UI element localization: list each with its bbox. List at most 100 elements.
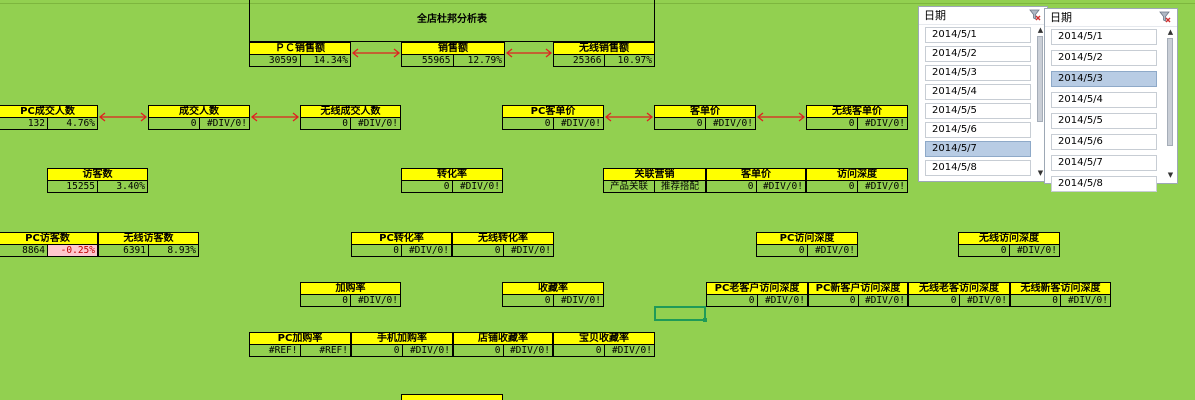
- metric-value[interactable]: 8864: [0, 245, 48, 257]
- metric-change[interactable]: #DIV/0!: [402, 345, 453, 357]
- metric-change[interactable]: #DIV/0!: [503, 245, 554, 257]
- metric-value[interactable]: 0: [958, 245, 1010, 257]
- double-arrow-icon: [250, 112, 300, 122]
- metric-change[interactable]: #DIV/0!: [503, 345, 553, 357]
- metric-change[interactable]: 8.93%: [149, 245, 199, 257]
- metric-value[interactable]: 0: [351, 345, 403, 357]
- metric-change[interactable]: 10.97%: [604, 55, 655, 67]
- metric-value[interactable]: 6391: [98, 245, 149, 257]
- metric-value[interactable]: 132: [0, 118, 48, 130]
- metric-value[interactable]: 0: [300, 118, 351, 130]
- metric-value[interactable]: #REF!: [249, 345, 301, 357]
- metric-label: 无线访问深度: [958, 232, 1060, 245]
- metric-value[interactable]: 0: [808, 295, 859, 307]
- metric-value[interactable]: 0: [654, 118, 706, 130]
- metric-change[interactable]: #REF!: [300, 345, 351, 357]
- slicer-scrollbar[interactable]: ▲ ▼: [1166, 28, 1175, 179]
- metric-change[interactable]: #DIV/0!: [402, 245, 452, 257]
- metric-change[interactable]: 12.79%: [453, 55, 505, 67]
- metric-item-favorite: 宝贝收藏率 0 #DIV/0!: [553, 332, 655, 357]
- metric-change[interactable]: #DIV/0!: [604, 345, 655, 357]
- slicer-item[interactable]: 2014/5/4: [1051, 92, 1157, 108]
- metric-value[interactable]: 0: [148, 118, 200, 130]
- slicer-item[interactable]: 2014/5/6: [1051, 134, 1157, 150]
- double-arrow-icon: [604, 112, 654, 122]
- slicer-item[interactable]: 2014/5/4: [925, 84, 1031, 100]
- metric-change[interactable]: #DIV/0!: [1061, 295, 1111, 307]
- metric-change[interactable]: #DIV/0!: [756, 181, 806, 193]
- scroll-down-icon[interactable]: ▼: [1166, 171, 1175, 179]
- metric-change[interactable]: #DIV/0!: [705, 118, 756, 130]
- metric-value[interactable]: 0: [300, 295, 351, 307]
- metric-value[interactable]: 0: [806, 118, 858, 130]
- metric-value[interactable]: 0: [553, 345, 605, 357]
- metric-value[interactable]: 0: [452, 245, 504, 257]
- metric-pc-add-cart: PC加购率 #REF! #REF!: [249, 332, 351, 357]
- slicer-item[interactable]: 2014/5/1: [1051, 29, 1157, 45]
- metric-change[interactable]: #DIV/0!: [553, 295, 604, 307]
- metric-change[interactable]: -0.25%: [48, 245, 98, 257]
- metric-change[interactable]: #DIV/0!: [857, 181, 908, 193]
- slicer-item[interactable]: 2014/5/5: [925, 103, 1031, 119]
- metric-label: PC加购率: [249, 332, 351, 345]
- metric-change[interactable]: #DIV/0!: [553, 118, 604, 130]
- slicer-item[interactable]: 2014/5/5: [1051, 113, 1157, 129]
- metric-label: 访客数: [47, 168, 148, 181]
- filter-clear-icon[interactable]: [1029, 9, 1041, 21]
- metric-change[interactable]: #DIV/0!: [857, 118, 908, 130]
- metric-label: 无线转化率: [452, 232, 554, 245]
- slicer-item[interactable]: 2014/5/1: [925, 27, 1031, 43]
- scroll-up-icon[interactable]: ▲: [1166, 28, 1175, 36]
- slicer-item[interactable]: 2014/5/8: [1051, 176, 1157, 192]
- metric-change[interactable]: #DIV/0!: [807, 245, 858, 257]
- slicer-item[interactable]: 2014/5/7: [925, 141, 1031, 157]
- metric-wireless-avg-order: 无线客单价 0 #DIV/0!: [806, 105, 908, 130]
- slicer-item[interactable]: 2014/5/3: [925, 65, 1031, 81]
- metric-change[interactable]: 推荐搭配: [655, 181, 706, 193]
- metric-value[interactable]: 0: [706, 181, 757, 193]
- metric-change[interactable]: #DIV/0!: [351, 118, 401, 130]
- metric-pc-visit-depth: PC访问深度 0 #DIV/0!: [756, 232, 858, 257]
- metric-value[interactable]: 0: [908, 295, 960, 307]
- slicer-item[interactable]: 2014/5/2: [925, 46, 1031, 62]
- metric-label: 成交人数: [148, 105, 250, 118]
- date-slicer-1: 日期 2014/5/1 2014/5/2 2014/5/3 2014/5/4 2014/…: [918, 6, 1048, 182]
- slicer-item[interactable]: 2014/5/8: [925, 160, 1031, 176]
- metric-label: PC成交人数: [0, 105, 98, 118]
- slicer-item[interactable]: 2014/5/3: [1051, 71, 1157, 87]
- selected-cell[interactable]: [654, 306, 707, 322]
- scroll-thumb[interactable]: [1037, 36, 1043, 122]
- metric-value[interactable]: 0: [502, 295, 554, 307]
- metric-change[interactable]: 3.40%: [98, 181, 148, 193]
- slicer-title: 日期: [1050, 11, 1072, 24]
- metric-value[interactable]: 55965: [401, 55, 454, 67]
- metric-value[interactable]: 0: [756, 245, 808, 257]
- slicer-item[interactable]: 2014/5/7: [1051, 155, 1157, 171]
- metric-change[interactable]: #DIV/0!: [452, 181, 503, 193]
- slicer-item[interactable]: 2014/5/6: [925, 122, 1031, 138]
- double-arrow-icon: [505, 48, 553, 58]
- metric-change[interactable]: #DIV/0!: [858, 295, 908, 307]
- metric-value[interactable]: 15255: [47, 181, 98, 193]
- slicer-item[interactable]: 2014/5/2: [1051, 50, 1157, 66]
- metric-change[interactable]: #DIV/0!: [199, 118, 250, 130]
- scroll-thumb[interactable]: [1167, 38, 1173, 146]
- metric-label: 无线成交人数: [300, 105, 401, 118]
- metric-change[interactable]: 14.34%: [300, 55, 351, 67]
- metric-value[interactable]: 0: [502, 118, 554, 130]
- metric-value[interactable]: 产品关联: [603, 181, 655, 193]
- metric-value[interactable]: 0: [706, 295, 758, 307]
- metric-change[interactable]: #DIV/0!: [959, 295, 1010, 307]
- metric-value[interactable]: 0: [401, 181, 453, 193]
- metric-change[interactable]: #DIV/0!: [351, 295, 401, 307]
- filter-clear-icon[interactable]: [1159, 11, 1171, 23]
- metric-change[interactable]: 4.76%: [48, 118, 98, 130]
- metric-value[interactable]: 0: [1010, 295, 1061, 307]
- metric-value[interactable]: 0: [453, 345, 504, 357]
- metric-change[interactable]: #DIV/0!: [1009, 245, 1060, 257]
- metric-value[interactable]: 25366: [553, 55, 605, 67]
- metric-value[interactable]: 0: [806, 181, 858, 193]
- metric-value[interactable]: 30599: [249, 55, 301, 67]
- metric-change[interactable]: #DIV/0!: [757, 295, 808, 307]
- metric-value[interactable]: 0: [351, 245, 402, 257]
